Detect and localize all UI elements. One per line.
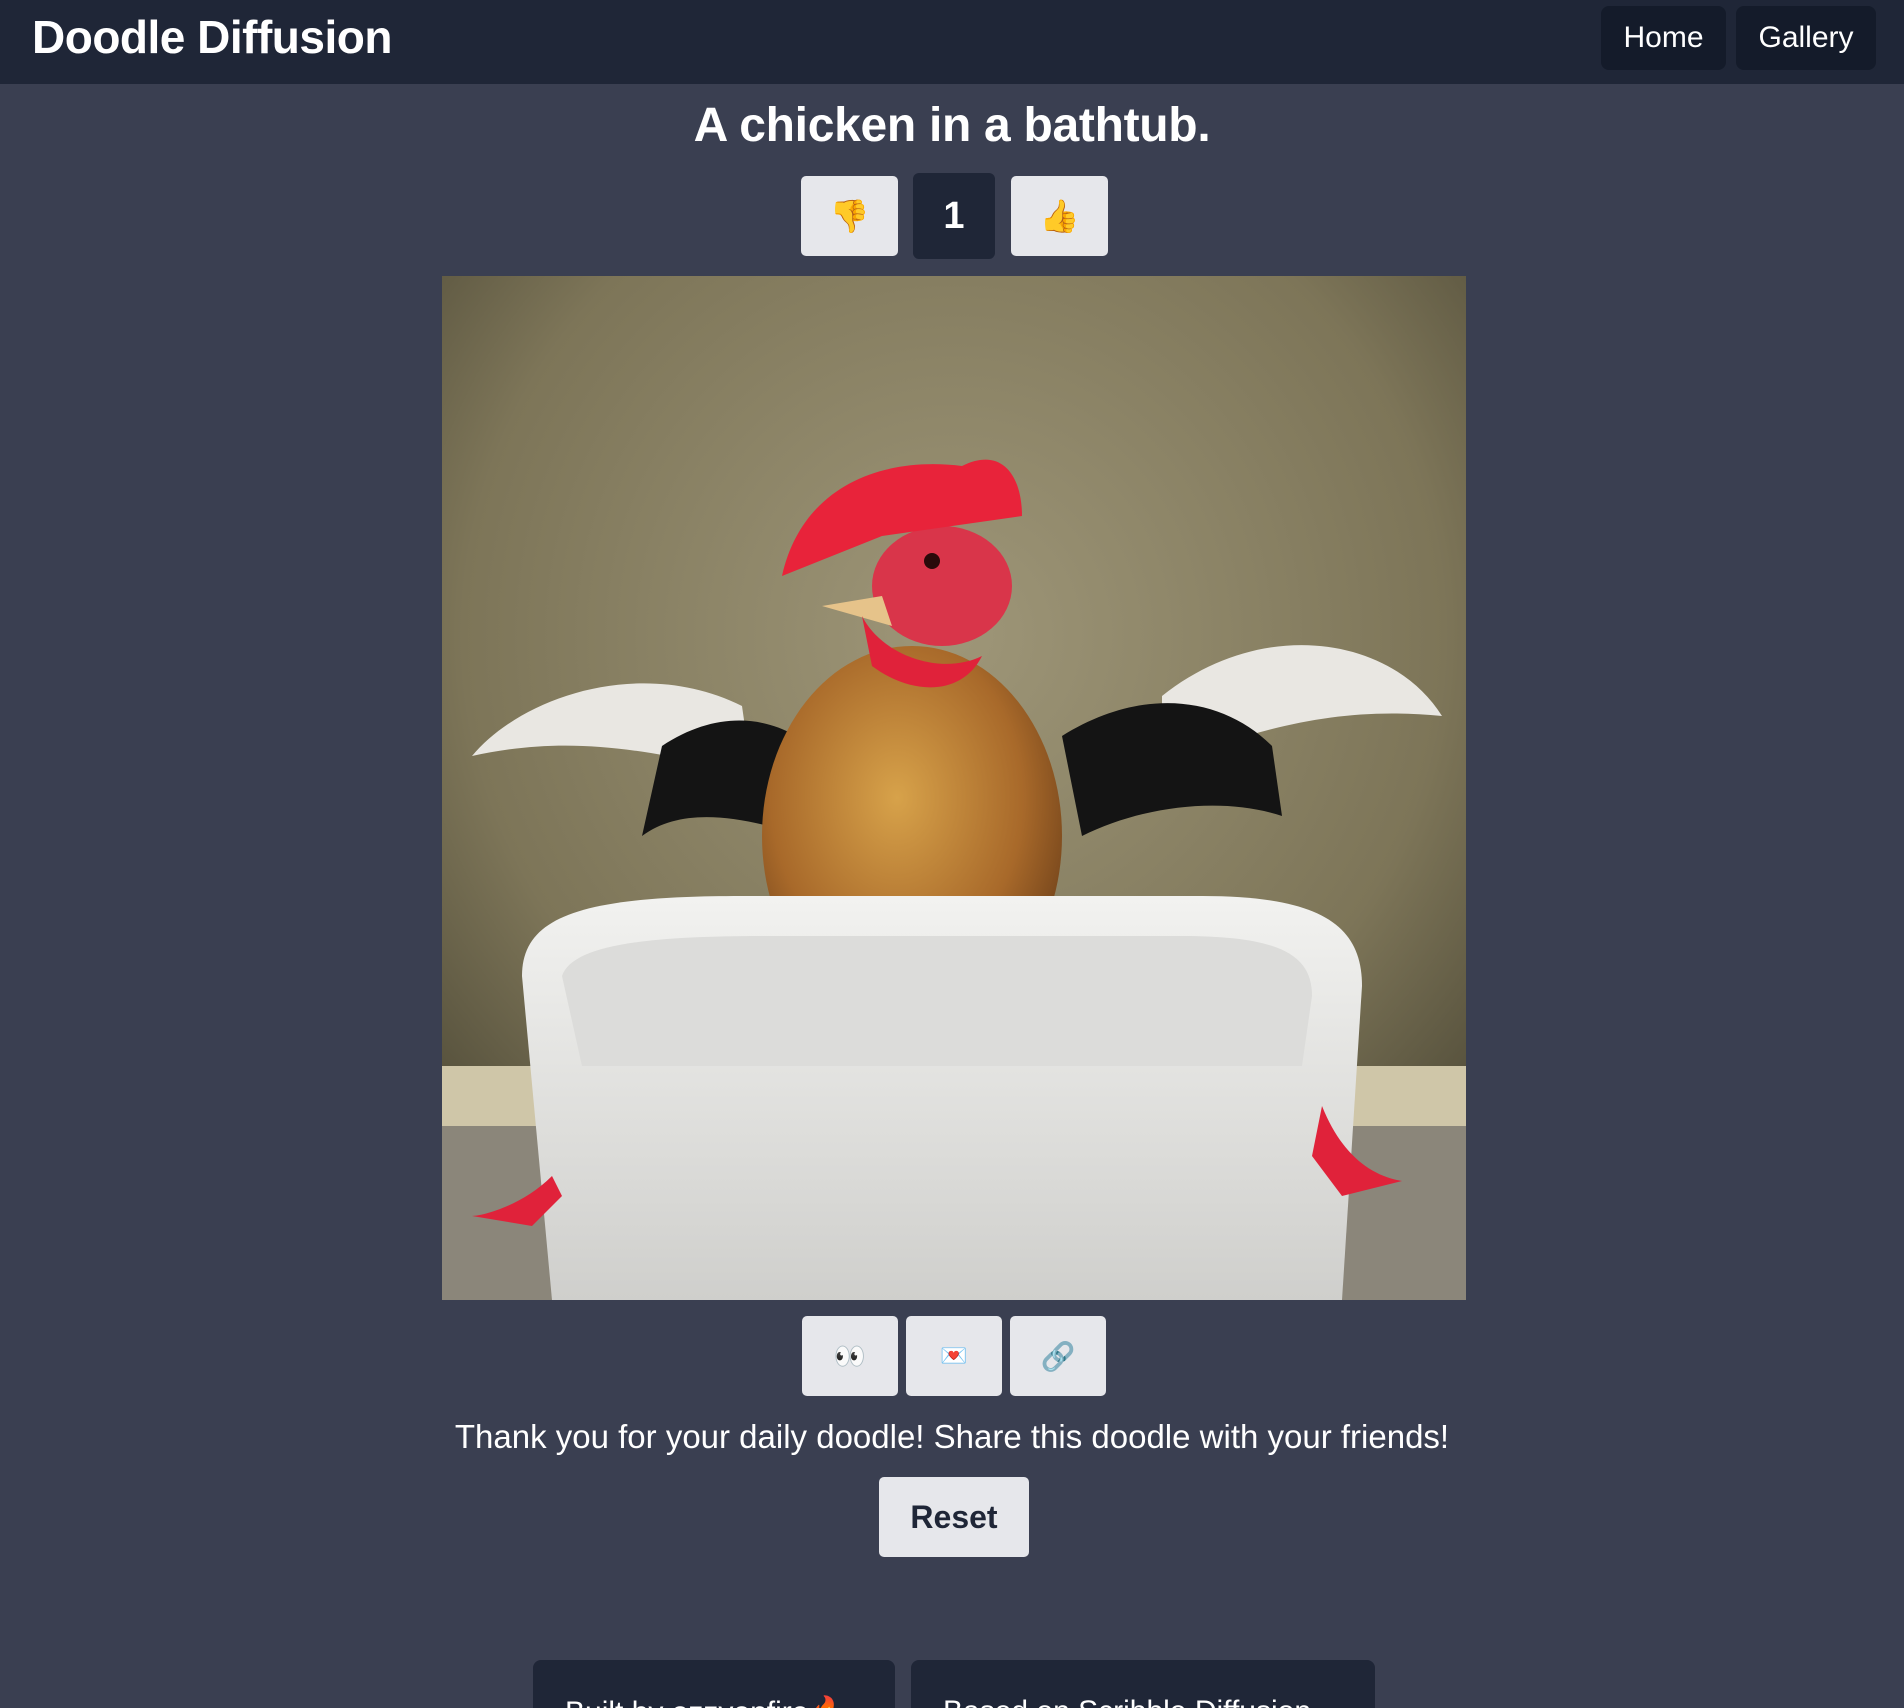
nav-gallery-button[interactable]: Gallery bbox=[1736, 6, 1876, 70]
upvote-button[interactable]: 👍 bbox=[1011, 176, 1108, 256]
based-on-link[interactable]: Based on Scribble Diffusion bbox=[911, 1660, 1375, 1708]
reset-button[interactable]: Reset bbox=[879, 1477, 1029, 1557]
link-icon: 🔗 bbox=[1040, 1340, 1076, 1372]
generated-image-art bbox=[442, 276, 1466, 1300]
view-button[interactable]: 👀 bbox=[802, 1316, 898, 1396]
vote-score: 1 bbox=[913, 173, 995, 259]
built-by-link[interactable]: Built by ozzyonfire🔥 bbox=[533, 1660, 895, 1708]
nav-home-button[interactable]: Home bbox=[1601, 6, 1726, 70]
generated-image bbox=[442, 276, 1466, 1300]
downvote-button[interactable]: 👎 bbox=[801, 176, 898, 256]
share-email-button[interactable]: 💌 bbox=[906, 1316, 1002, 1396]
love-letter-icon: 💌 bbox=[940, 1343, 968, 1368]
prompt-title: A chicken in a bathtub. bbox=[693, 99, 1211, 152]
thumbs-up-icon: 👍 bbox=[1039, 198, 1080, 234]
copy-link-button[interactable]: 🔗 bbox=[1010, 1316, 1106, 1396]
navbar: Doodle Diffusion Home Gallery bbox=[0, 0, 1904, 84]
brand-title[interactable]: Doodle Diffusion bbox=[32, 8, 392, 66]
eyes-icon: 👀 bbox=[833, 1340, 867, 1371]
thumbs-down-icon: 👎 bbox=[829, 198, 870, 234]
thank-you-message: Thank you for your daily doodle! Share t… bbox=[454, 1418, 1450, 1455]
